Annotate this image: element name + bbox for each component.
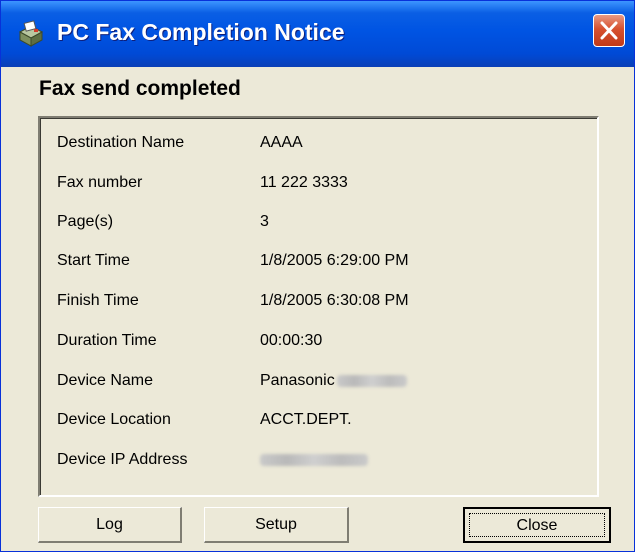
detail-row-device-name: Device Name Panasonic xyxy=(40,372,597,410)
title-bar[interactable]: PC Fax Completion Notice xyxy=(1,1,634,67)
focus-rectangle xyxy=(469,513,605,537)
detail-label: Fax number xyxy=(57,174,143,191)
detail-value: ACCT.DEPT. xyxy=(260,411,352,428)
detail-label: Device Name xyxy=(57,372,154,389)
detail-row-duration-time: Duration Time 00:00:30 xyxy=(40,332,597,370)
detail-value: 11 222 3333 xyxy=(260,174,348,191)
detail-row-fax-number: Fax number 11 222 3333 xyxy=(40,174,597,212)
detail-label: Start Time xyxy=(57,252,130,269)
detail-value: Panasonic xyxy=(260,372,335,389)
detail-value: AAAA xyxy=(260,134,303,151)
detail-row-pages: Page(s) 3 xyxy=(40,213,597,251)
detail-label: Device IP Address xyxy=(57,451,188,468)
detail-label: Finish Time xyxy=(57,292,139,309)
close-window-button[interactable] xyxy=(593,14,625,47)
fax-completion-dialog: PC Fax Completion Notice Fax send comple… xyxy=(0,0,635,552)
detail-value: 00:00:30 xyxy=(260,332,323,349)
close-button[interactable]: Close xyxy=(463,507,611,543)
fax-app-icon xyxy=(17,20,45,48)
window-title: PC Fax Completion Notice xyxy=(57,19,345,45)
redacted-ip-address xyxy=(260,453,368,466)
close-icon xyxy=(600,21,618,40)
detail-label: Destination Name xyxy=(57,134,185,151)
detail-row-finish-time: Finish Time 1/8/2005 6:30:08 PM xyxy=(40,292,597,330)
detail-value: 1/8/2005 6:29:00 PM xyxy=(260,252,409,269)
detail-row-device-ip-address: Device IP Address xyxy=(40,451,597,489)
detail-row-destination-name: Destination Name AAAA xyxy=(40,134,597,172)
detail-value-wrapper: Panasonic xyxy=(260,372,407,390)
detail-row-start-time: Start Time 1/8/2005 6:29:00 PM xyxy=(40,252,597,290)
detail-row-device-location: Device Location ACCT.DEPT. xyxy=(40,411,597,449)
setup-button[interactable]: Setup xyxy=(204,507,349,543)
details-panel: Destination Name AAAA Fax number 11 222 … xyxy=(38,116,599,497)
detail-value: 1/8/2005 6:30:08 PM xyxy=(260,292,409,309)
detail-label: Device Location xyxy=(57,411,171,428)
status-heading: Fax send completed xyxy=(39,77,241,100)
log-button[interactable]: Log xyxy=(38,507,182,543)
detail-label: Page(s) xyxy=(57,213,114,230)
detail-value-wrapper xyxy=(260,451,368,469)
detail-label: Duration Time xyxy=(57,332,157,349)
detail-value: 3 xyxy=(260,213,269,230)
redacted-model-number xyxy=(336,374,407,387)
